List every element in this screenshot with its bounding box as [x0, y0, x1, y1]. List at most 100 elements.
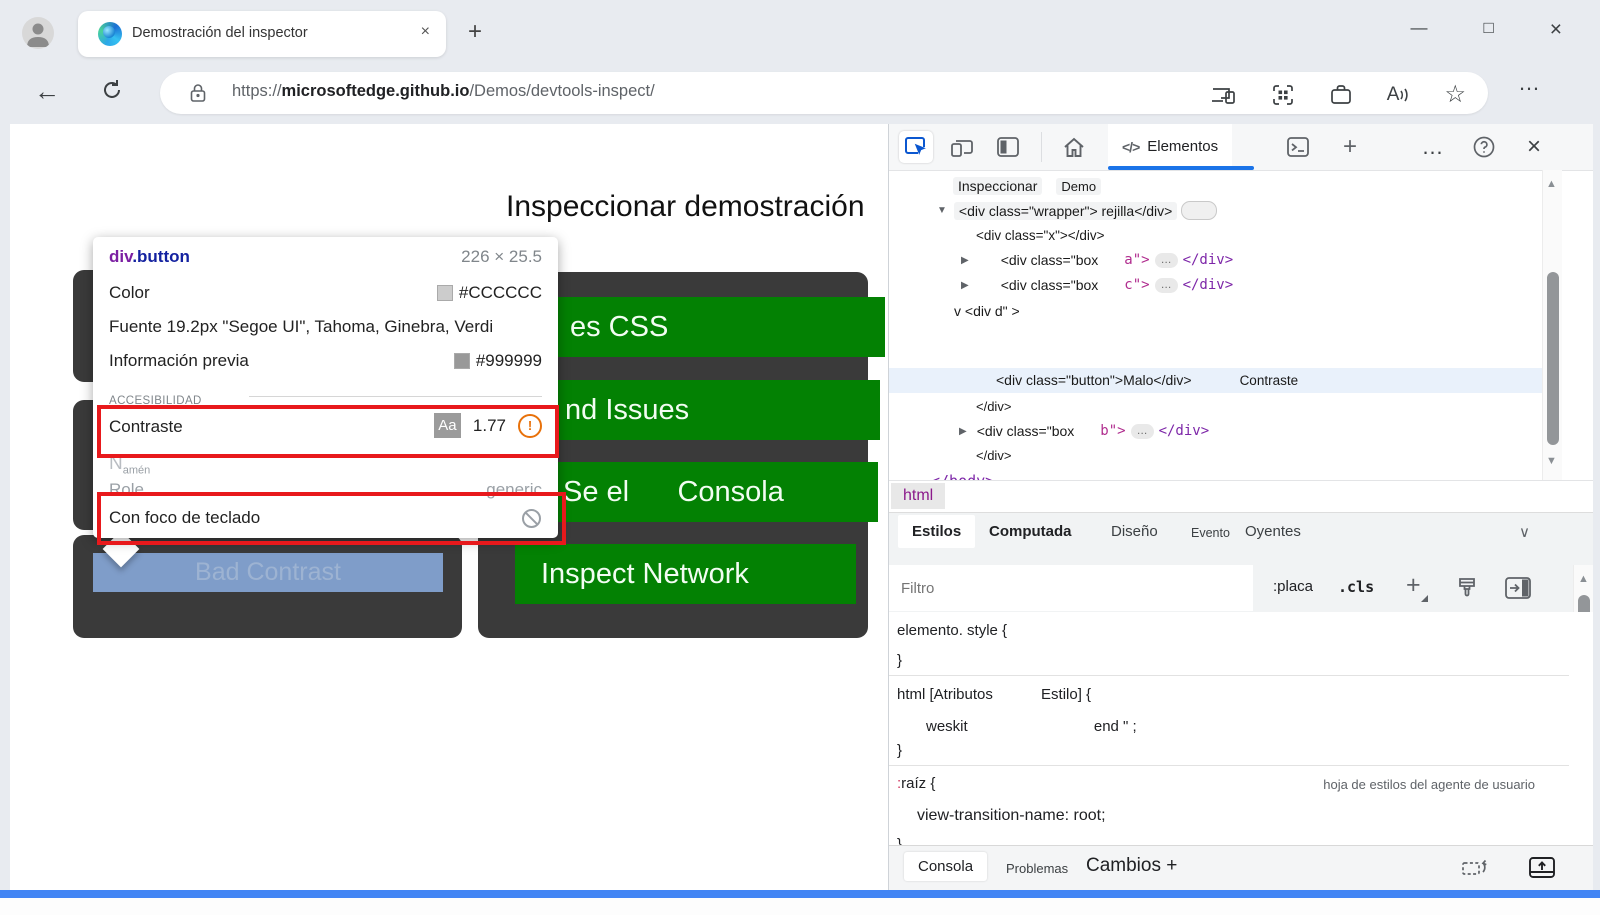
device-emulation-icon[interactable]	[945, 131, 979, 163]
maximize-icon[interactable]: □	[1483, 18, 1493, 42]
tab-oyentes[interactable]: Oyentes	[1245, 523, 1301, 540]
tab-computada[interactable]: Computada	[989, 523, 1072, 540]
webkit-property[interactable]: weskit end " ;	[926, 718, 1137, 735]
cls-toggle[interactable]: .cls	[1338, 578, 1374, 596]
tree-row-d[interactable]: v <div d" >	[954, 303, 1020, 319]
devtools-close-icon[interactable]: ×	[1517, 131, 1551, 163]
tree-row-button-selected[interactable]: <div class="button">Malo</div> Contraste	[996, 372, 1298, 388]
ellipsis-expand-icon[interactable]: …	[1155, 278, 1178, 293]
tab-estilos[interactable]: Estilos	[898, 515, 975, 548]
computed-sidebar-icon[interactable]	[1504, 576, 1532, 600]
console-icon[interactable]	[1281, 131, 1315, 163]
add-panel-icon[interactable]: +	[1333, 131, 1367, 163]
no-keyboard-focus-icon	[521, 508, 542, 529]
devtools-drawer: Consola Problemas Cambios +	[889, 845, 1593, 890]
window-close-icon[interactable]: ×	[1550, 18, 1562, 42]
send-to-devices-icon[interactable]	[1211, 84, 1237, 106]
ellipsis-expand-icon[interactable]: …	[1131, 424, 1154, 439]
scroll-down-icon[interactable]: ▼	[1546, 455, 1557, 467]
expand-drawer-icon[interactable]	[1528, 855, 1556, 880]
hov-toggle[interactable]: :placa	[1273, 578, 1313, 595]
scroll-up-icon[interactable]: ▲	[1578, 573, 1589, 585]
contrast-row: Contraste Aa 1.77 !	[109, 413, 542, 437]
tooltip-color-row: Color #CCCCCC	[109, 283, 542, 307]
contrast-aa-swatch: Aa	[434, 413, 461, 438]
dock-drawer-icon[interactable]	[1461, 856, 1491, 880]
back-icon[interactable]: ←	[34, 76, 60, 107]
style-brush-icon[interactable]	[1454, 575, 1480, 601]
chevron-right-icon[interactable]: ▶	[961, 255, 969, 266]
read-aloud-icon[interactable]: A	[1387, 84, 1411, 106]
apps-grid-icon[interactable]	[1271, 83, 1295, 107]
tab-consola[interactable]: Consola	[904, 852, 987, 881]
workspaces-briefcase-icon[interactable]	[1329, 83, 1353, 106]
ellipsis-expand-icon[interactable]: …	[1155, 253, 1178, 268]
home-icon[interactable]	[1057, 131, 1091, 163]
tag-name: div	[109, 247, 132, 266]
navigation-toolbar: ← https://microsoftedge.github.io/Demos/…	[0, 62, 1600, 124]
issues-button[interactable]: nd Issues	[515, 380, 880, 440]
breadcrumb-html[interactable]: html	[891, 483, 945, 509]
dom-tree: Inspeccionar Demo ▼ <div class="wrapper"…	[889, 170, 1542, 480]
root-rule[interactable]: :raíz {	[897, 775, 935, 792]
chevron-down-icon[interactable]: ▼	[937, 205, 947, 216]
styles-tabs: Estilos Computada Diseño Evento Oyentes …	[889, 512, 1593, 566]
chevron-down-icon[interactable]: ∨	[1519, 523, 1530, 541]
browser-menu-icon[interactable]: …	[1518, 70, 1542, 96]
url-text[interactable]: https://microsoftedge.github.io/Demos/de…	[232, 82, 655, 101]
devtools-toolbar: </> Elementos + … ×	[889, 124, 1593, 171]
element-style-rule[interactable]: elemento. style {	[897, 622, 1007, 639]
tab-close-icon[interactable]: ×	[421, 23, 430, 41]
scroll-thumb[interactable]	[1547, 272, 1559, 445]
tree-row-close-div[interactable]: </div>	[976, 399, 1011, 414]
tab-elements[interactable]: </> Elementos	[1108, 124, 1232, 169]
divider	[1041, 132, 1042, 162]
tree-row-box-c[interactable]: ▶ <div class="box c"> … </div>	[961, 277, 1233, 293]
below-window	[0, 898, 1600, 915]
address-bar[interactable]: https://microsoftedge.github.io/Demos/de…	[160, 72, 1488, 114]
favorites-star-icon[interactable]: ☆	[1444, 80, 1466, 109]
window-accent-border	[0, 890, 1600, 898]
bad-contrast-button[interactable]: Bad Contrast	[93, 553, 443, 592]
badge-pill	[1181, 201, 1217, 220]
stylesheet-source[interactable]: hoja de estilos del agente de usuario	[1323, 777, 1535, 792]
accessibility-header: ACCESIBILIDAD	[109, 389, 542, 413]
styles-pane: elemento. style { } html [Atributos Esti…	[889, 612, 1593, 845]
browser-tab[interactable]: Demostración del inspector ×	[78, 11, 446, 57]
tree-row-close-div2[interactable]: </div>	[976, 448, 1011, 463]
filter-input[interactable]	[889, 565, 1253, 611]
refresh-icon[interactable]	[100, 78, 124, 102]
tree-row-box-a[interactable]: ▶ <div class="box a"> … </div>	[961, 252, 1233, 268]
profile-avatar[interactable]	[22, 17, 54, 49]
chevron-right-icon[interactable]: ▶	[961, 280, 969, 291]
keyboard-focus-row: Con foco de teclado	[109, 508, 542, 532]
tree-row-wrapper[interactable]: ▼ <div class="wrapper"> rejilla</div>	[937, 201, 1217, 220]
role-row: Role generic	[109, 480, 542, 504]
tree-row-x[interactable]: <div class="x"></div>	[976, 228, 1105, 243]
inspect-icon[interactable]	[899, 131, 933, 163]
tree-row-text[interactable]: Inspeccionar Demo	[953, 177, 1101, 195]
devtools-more-icon[interactable]: …	[1416, 131, 1450, 163]
inspect-network-button[interactable]: Inspect Network	[515, 544, 856, 604]
scroll-up-icon[interactable]: ▲	[1546, 178, 1557, 190]
chevron-right-icon[interactable]: ▶	[959, 426, 967, 437]
tree-row-box-b[interactable]: ▶ <div class="box b"> … </div>	[959, 423, 1209, 439]
inspect-css-button[interactable]: es CSS	[515, 297, 885, 357]
tab-diseno[interactable]: Diseño	[1111, 523, 1158, 540]
new-style-rule-icon[interactable]: +	[1406, 571, 1421, 600]
minimize-icon[interactable]: —	[1410, 18, 1427, 42]
tab-evento[interactable]: Evento	[1191, 526, 1230, 540]
tab-cambios[interactable]: Cambios +	[1086, 855, 1177, 877]
warning-icon: !	[518, 414, 542, 438]
tab-problemas[interactable]: Problemas	[1006, 861, 1068, 876]
dock-panel-icon[interactable]	[991, 131, 1025, 163]
divider	[249, 396, 542, 397]
html-rule[interactable]: html [Atributos Estilo] {	[897, 686, 1091, 703]
new-tab-button[interactable]: +	[468, 18, 482, 46]
console-button[interactable]: Se el Consola	[515, 462, 878, 522]
view-transition-property[interactable]: view-transition-name: root;	[917, 807, 1106, 825]
dom-scrollbar[interactable]: ▲ ▼	[1542, 170, 1562, 480]
lock-icon	[188, 82, 208, 104]
name-row: Namén	[109, 453, 542, 477]
help-icon[interactable]	[1467, 131, 1501, 163]
